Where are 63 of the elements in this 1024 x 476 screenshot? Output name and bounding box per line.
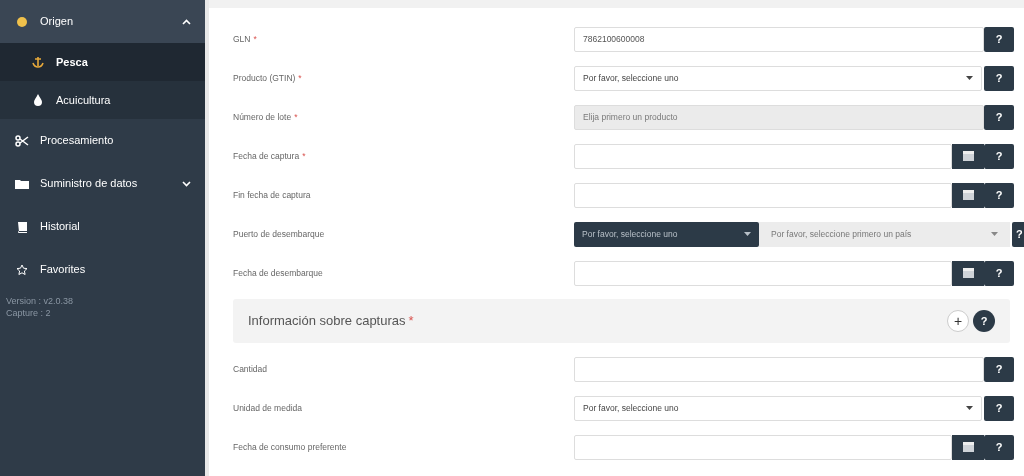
calendar-button[interactable] bbox=[952, 182, 984, 208]
field-label: Unidad de medida bbox=[232, 401, 303, 415]
book-icon bbox=[16, 220, 28, 233]
help-button[interactable]: ? bbox=[984, 395, 1014, 421]
help-button[interactable]: ? bbox=[984, 356, 1014, 382]
field-label: Fin fecha de captura bbox=[232, 188, 312, 202]
dropdown-field[interactable]: Por favor, seleccione uno bbox=[574, 221, 759, 247]
version-text: Version : v2.0.38 bbox=[6, 295, 75, 307]
section-title: Información sobre capturas * bbox=[248, 312, 415, 331]
menu-item[interactable]: Favorites bbox=[0, 248, 205, 291]
date-field[interactable] bbox=[574, 143, 952, 169]
scissors-icon bbox=[15, 134, 29, 147]
help-button[interactable]: ? bbox=[984, 104, 1014, 130]
field-label: GLN * bbox=[232, 32, 258, 46]
field-label: Producto (GTIN) * bbox=[232, 71, 303, 85]
calendar-icon bbox=[962, 268, 974, 278]
chevron-icon bbox=[182, 18, 191, 25]
drop-icon bbox=[33, 94, 43, 106]
help-button[interactable]: ? bbox=[973, 310, 995, 332]
version-text: Capture : 2 bbox=[6, 307, 52, 319]
field-label: Puerto de desembarque bbox=[232, 227, 326, 241]
field-label: Fecha de consumo preferente bbox=[232, 440, 348, 454]
help-button[interactable]: ? bbox=[984, 26, 1014, 52]
help-button[interactable]: ? bbox=[984, 182, 1014, 208]
help-button[interactable]: ? bbox=[984, 434, 1014, 460]
input-field[interactable] bbox=[574, 356, 984, 382]
help-button[interactable]: ? bbox=[1012, 221, 1024, 247]
field-label: Cantidad bbox=[232, 362, 269, 376]
input-field[interactable]: 7862100600008 bbox=[574, 26, 984, 52]
caret-icon bbox=[966, 76, 973, 80]
dropdown-field[interactable]: Por favor, seleccione uno bbox=[574, 65, 982, 91]
date-field[interactable] bbox=[574, 182, 952, 208]
chevron-icon bbox=[182, 180, 191, 187]
field-label: Fecha de captura * bbox=[232, 149, 307, 163]
dropdown-field[interactable]: Por favor, seleccione uno bbox=[574, 395, 982, 421]
field-label: Fecha de desembarque bbox=[232, 266, 324, 280]
calendar-icon bbox=[962, 190, 974, 200]
calendar-icon bbox=[962, 151, 974, 161]
submenu-item[interactable]: Acuicultura bbox=[0, 81, 205, 119]
menu-item[interactable]: Origen bbox=[0, 0, 205, 43]
menu-item[interactable]: Historial bbox=[0, 205, 205, 248]
dropdown-field[interactable]: Por favor, seleccione primero un país bbox=[759, 221, 1010, 247]
menu-item[interactable]: Suministro de datos bbox=[0, 162, 205, 205]
field-label: Número de lote * bbox=[232, 110, 299, 124]
calendar-icon bbox=[962, 442, 974, 452]
date-field[interactable] bbox=[574, 260, 952, 286]
menu-item[interactable]: Procesamiento bbox=[0, 119, 205, 162]
caret-icon bbox=[991, 232, 998, 236]
caret-icon bbox=[966, 406, 973, 410]
calendar-button[interactable] bbox=[952, 434, 984, 460]
date-field[interactable] bbox=[574, 434, 952, 460]
caret-icon bbox=[744, 232, 751, 236]
calendar-button[interactable] bbox=[952, 143, 984, 169]
circle-icon bbox=[16, 15, 28, 28]
help-button[interactable]: ? bbox=[984, 143, 1014, 169]
help-button[interactable]: ? bbox=[984, 65, 1014, 91]
calendar-button[interactable] bbox=[952, 260, 984, 286]
submenu-item[interactable]: Pesca bbox=[0, 43, 205, 81]
anchor-icon bbox=[32, 56, 44, 68]
folder-icon bbox=[15, 177, 29, 190]
star-icon bbox=[16, 263, 28, 276]
help-button[interactable]: ? bbox=[984, 260, 1014, 286]
add-button[interactable]: + bbox=[947, 310, 969, 332]
